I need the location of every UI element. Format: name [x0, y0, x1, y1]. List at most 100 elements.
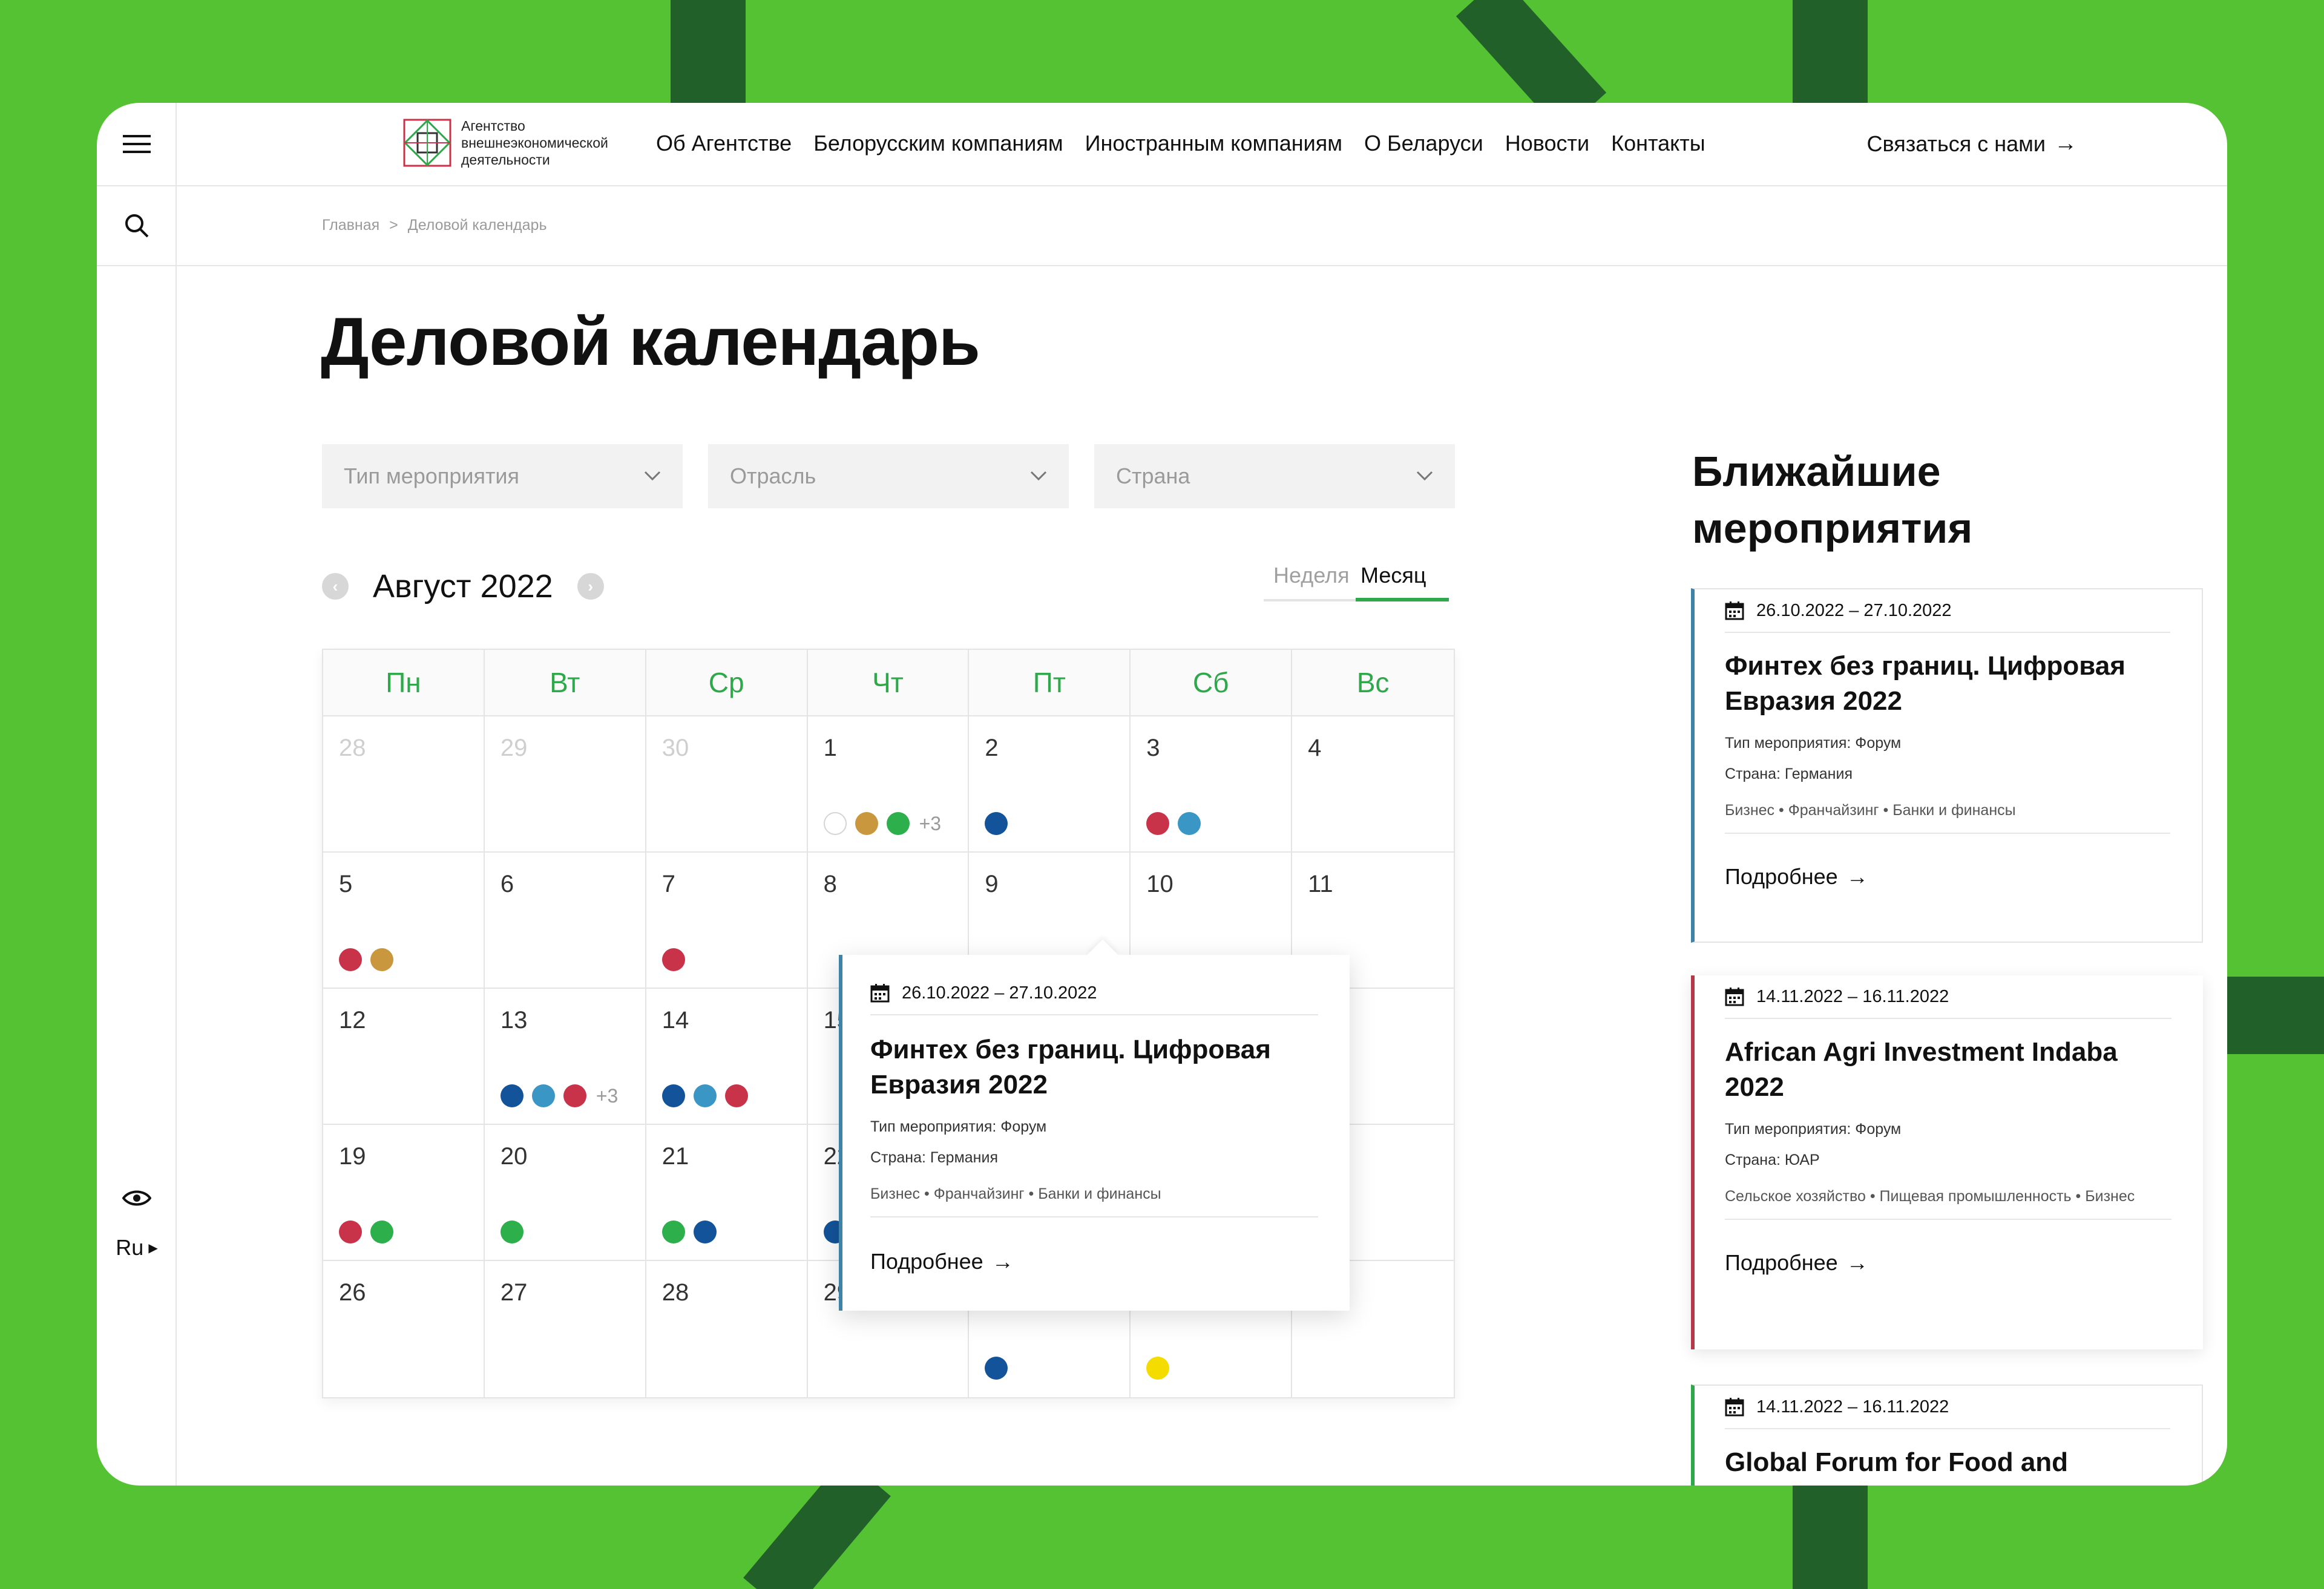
- nav-item-about-belarus[interactable]: О Беларуси: [1364, 131, 1483, 156]
- event-date-text: 14.11.2022 – 16.11.2022: [1756, 1397, 1949, 1417]
- calendar-day-cell[interactable]: 21: [646, 1125, 808, 1261]
- event-marker-dot[interactable]: [1146, 812, 1170, 835]
- main-nav: Об Агентстве Белорусским компаниям Иност…: [656, 131, 1705, 156]
- event-date: 26.10.2022 – 27.10.2022: [870, 972, 1318, 1015]
- event-marker-dot[interactable]: [855, 812, 878, 835]
- day-number: 3: [1146, 735, 1160, 761]
- day-number: 20: [500, 1143, 528, 1170]
- event-marker-dot[interactable]: [693, 1220, 717, 1243]
- event-title[interactable]: Финтех без границ. Цифровая Евразия 2022: [870, 1032, 1318, 1102]
- logo[interactable]: Агентство внешнеэкономической деятельнос…: [402, 117, 655, 168]
- event-markers: [661, 1084, 748, 1107]
- more-events-count[interactable]: +3: [919, 813, 941, 835]
- event-marker-dot[interactable]: [823, 812, 847, 835]
- calendar-day-cell[interactable]: 6: [484, 853, 646, 989]
- decor-band: [1793, 1483, 1868, 1589]
- nav-item-about[interactable]: Об Агентстве: [656, 131, 792, 156]
- calendar-day-cell[interactable]: 28: [646, 1261, 808, 1397]
- event-date: 14.11.2022 – 16.11.2022: [1725, 975, 2171, 1019]
- event-marker-dot[interactable]: [985, 1357, 1008, 1380]
- nav-item-foreign-companies[interactable]: Иностранным компаниям: [1085, 131, 1342, 156]
- day-number: 7: [661, 871, 675, 897]
- event-marker-dot[interactable]: [985, 812, 1008, 835]
- event-marker-dot[interactable]: [563, 1084, 586, 1107]
- calendar-day-cell[interactable]: 3: [1131, 716, 1293, 853]
- event-marker-dot[interactable]: [661, 1220, 685, 1243]
- event-date: 14.11.2022 – 16.11.2022: [1725, 1386, 2170, 1429]
- event-marker-dot[interactable]: [693, 1084, 717, 1107]
- weekday-label: Вс: [1356, 667, 1390, 698]
- event-marker-dot[interactable]: [339, 1220, 362, 1243]
- event-marker-dot[interactable]: [500, 1220, 524, 1243]
- arrow-right-icon: →: [991, 1249, 1014, 1274]
- calendar-day-cell[interactable]: 12: [323, 989, 485, 1125]
- calendar-day-cell[interactable]: 4: [1292, 716, 1454, 853]
- calendar-day-cell[interactable]: 29: [484, 716, 646, 853]
- search-button[interactable]: [97, 186, 177, 265]
- day-number: 27: [500, 1279, 528, 1306]
- event-more-link[interactable]: Подробнее →: [1725, 1250, 2171, 1276]
- breadcrumb-separator: >: [389, 217, 398, 234]
- calendar-day-cell[interactable]: 14: [646, 989, 808, 1125]
- logo-text: Агентство внешнеэкономической деятельнос…: [461, 118, 608, 168]
- prev-month-button[interactable]: ‹: [322, 573, 349, 600]
- calendar-day-cell[interactable]: 19: [323, 1125, 485, 1261]
- event-marker-dot[interactable]: [724, 1084, 748, 1107]
- event-title[interactable]: African Agri Investment Indaba 2022: [1725, 1035, 2171, 1105]
- event-marker-dot[interactable]: [886, 812, 910, 835]
- nav-item-belarusian-companies[interactable]: Белорусским компаниям: [813, 131, 1063, 156]
- event-more-link[interactable]: Подробнее →: [870, 1249, 1318, 1274]
- event-title[interactable]: Финтех без границ. Цифровая Евразия 2022: [1725, 649, 2170, 719]
- chevron-right-icon: ›: [588, 577, 593, 595]
- industry-select[interactable]: Отрасль: [708, 444, 1069, 508]
- arrow-right-icon: →: [1846, 1250, 1868, 1275]
- menu-button[interactable]: [97, 103, 177, 185]
- calendar-day-cell[interactable]: 30: [646, 716, 808, 853]
- event-country: Страна: Германия: [870, 1149, 998, 1166]
- event-type: Тип мероприятия: Форум: [1725, 1121, 1902, 1138]
- event-marker-dot[interactable]: [661, 948, 685, 971]
- calendar-day-cell[interactable]: 2: [969, 716, 1131, 853]
- event-title[interactable]: Global Forum for Food and: [1725, 1445, 2170, 1480]
- next-month-button[interactable]: ›: [577, 573, 604, 600]
- event-tags: Бизнес • Франчайзинг • Банки и финансы: [870, 1184, 1318, 1217]
- accessibility-button[interactable]: [97, 1174, 177, 1222]
- decor-band: [1793, 0, 1868, 104]
- calendar-day-cell[interactable]: 1 +3: [807, 716, 970, 853]
- event-marker-dot[interactable]: [1146, 1357, 1170, 1380]
- event-marker-dot[interactable]: [370, 1220, 393, 1243]
- language-switch[interactable]: Ru ▶: [97, 1230, 177, 1266]
- country-select[interactable]: Страна: [1094, 444, 1455, 508]
- calendar-day-cell[interactable]: 20: [484, 1125, 646, 1261]
- weekday-label: Чт: [808, 650, 970, 715]
- tab-week[interactable]: Неделя: [1273, 563, 1350, 588]
- event-more-link[interactable]: Подробнее →: [1725, 864, 2170, 890]
- more-events-count[interactable]: +3: [596, 1085, 618, 1107]
- event-marker-dot[interactable]: [531, 1084, 555, 1107]
- event-marker-dot[interactable]: [500, 1084, 524, 1107]
- language-label: Ru: [116, 1235, 144, 1260]
- event-marker-dot[interactable]: [370, 948, 393, 971]
- calendar-day-cell[interactable]: 26: [323, 1261, 485, 1397]
- breadcrumb-home[interactable]: Главная: [322, 217, 379, 234]
- event-markers: [339, 1220, 393, 1243]
- contact-link[interactable]: Связаться с нами →: [1867, 131, 2077, 157]
- calendar-day-cell[interactable]: 5: [323, 853, 485, 989]
- weekday-label: Пт: [969, 650, 1131, 715]
- event-marker-dot[interactable]: [339, 948, 362, 971]
- calendar-day-cell[interactable]: 7: [646, 853, 808, 989]
- more-label: Подробнее: [870, 1249, 983, 1274]
- nav-item-news[interactable]: Новости: [1505, 131, 1589, 156]
- event-marker-dot[interactable]: [661, 1084, 685, 1107]
- search-icon: [125, 214, 149, 238]
- tab-month[interactable]: Месяц: [1361, 563, 1426, 588]
- event-date: 26.10.2022 – 27.10.2022: [1725, 589, 2170, 633]
- chevron-down-icon: [1416, 471, 1433, 481]
- calendar-day-cell[interactable]: 28: [323, 716, 485, 853]
- event-type-select[interactable]: Тип мероприятия: [322, 444, 683, 508]
- calendar-day-cell[interactable]: 27: [485, 1261, 646, 1397]
- top-navigation: Агентство внешнеэкономической деятельнос…: [177, 103, 2227, 185]
- calendar-day-cell[interactable]: 13 +3: [484, 989, 646, 1125]
- event-marker-dot[interactable]: [1178, 812, 1201, 835]
- nav-item-contacts[interactable]: Контакты: [1611, 131, 1705, 156]
